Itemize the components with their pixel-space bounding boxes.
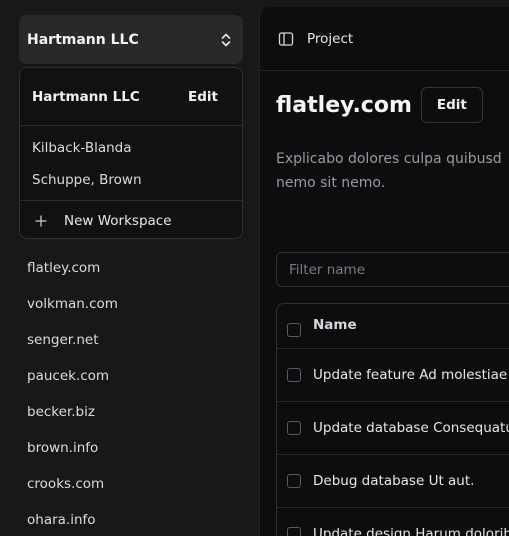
workspace-menu-header: Hartmann LLC Edit <box>20 68 242 126</box>
project-item[interactable]: crooks.com <box>27 466 118 502</box>
chevron-up-down-icon <box>219 31 233 49</box>
row-checkbox[interactable] <box>287 421 301 435</box>
column-header-name[interactable]: Name <box>313 317 357 333</box>
plus-icon <box>34 214 48 228</box>
project-item[interactable]: paucek.com <box>27 358 118 394</box>
workspace-menu-list: Kilback-Blanda Schuppe, Brown <box>20 126 242 201</box>
topbar: Project <box>260 7 509 71</box>
project-item[interactable]: becker.biz <box>27 394 118 430</box>
table-row[interactable]: Update design Harum doloribu <box>277 507 509 536</box>
workspace-switcher-label: Hartmann LLC <box>27 31 139 48</box>
table-row[interactable]: Update database Consequatur <box>277 401 509 454</box>
project-item[interactable]: senger.net <box>27 322 118 358</box>
row-checkbox[interactable] <box>287 527 301 536</box>
page-title: flatley.com <box>276 92 412 118</box>
sidebar-toggle-icon[interactable] <box>278 31 294 47</box>
project-item[interactable]: brown.info <box>27 430 118 466</box>
filter-name-input[interactable] <box>276 252 509 287</box>
workspace-menu-item[interactable]: Schuppe, Brown <box>20 164 242 196</box>
sidebar: Hartmann LLC flatley.com volkman.com sen… <box>0 0 259 536</box>
row-checkbox[interactable] <box>287 368 301 382</box>
row-name: Update database Consequatur <box>313 420 509 436</box>
project-description: Explicabo dolores culpa quibusd nemo sit… <box>276 147 509 195</box>
new-workspace-button[interactable]: New Workspace <box>20 201 242 241</box>
project-list: flatley.com volkman.com senger.net pauce… <box>27 250 118 536</box>
table-header: Name <box>277 304 509 348</box>
project-item[interactable]: volkman.com <box>27 286 118 322</box>
app-window: Hartmann LLC flatley.com volkman.com sen… <box>0 0 509 536</box>
breadcrumb[interactable]: Project <box>307 31 353 47</box>
select-all-checkbox[interactable] <box>287 323 301 337</box>
description-line: nemo sit nemo. <box>276 175 386 191</box>
row-name: Update feature Ad molestiae do <box>313 367 509 383</box>
title-row: flatley.com Edit <box>276 87 483 123</box>
row-checkbox[interactable] <box>287 474 301 488</box>
project-item[interactable]: ohara.info <box>27 502 118 536</box>
workspace-menu-item[interactable]: Kilback-Blanda <box>20 132 242 164</box>
row-name: Update design Harum doloribu <box>313 526 509 536</box>
tasks-table: Name Update feature Ad molestiae do Upda… <box>276 303 509 536</box>
table-row[interactable]: Update feature Ad molestiae do <box>277 348 509 401</box>
new-workspace-label: New Workspace <box>64 213 172 229</box>
workspace-menu-current: Hartmann LLC <box>32 88 140 105</box>
row-name: Debug database Ut aut. <box>313 473 475 489</box>
edit-project-button[interactable]: Edit <box>420 87 483 123</box>
description-line: Explicabo dolores culpa quibusd <box>276 151 502 167</box>
main-panel: Project flatley.com Edit Explicabo dolor… <box>259 7 509 536</box>
workspace-menu: Hartmann LLC Edit Kilback-Blanda Schuppe… <box>19 67 243 239</box>
project-item[interactable]: flatley.com <box>27 250 118 286</box>
edit-workspace-button[interactable]: Edit <box>188 89 218 105</box>
table-row[interactable]: Debug database Ut aut. <box>277 454 509 507</box>
workspace-switcher[interactable]: Hartmann LLC <box>19 15 243 64</box>
